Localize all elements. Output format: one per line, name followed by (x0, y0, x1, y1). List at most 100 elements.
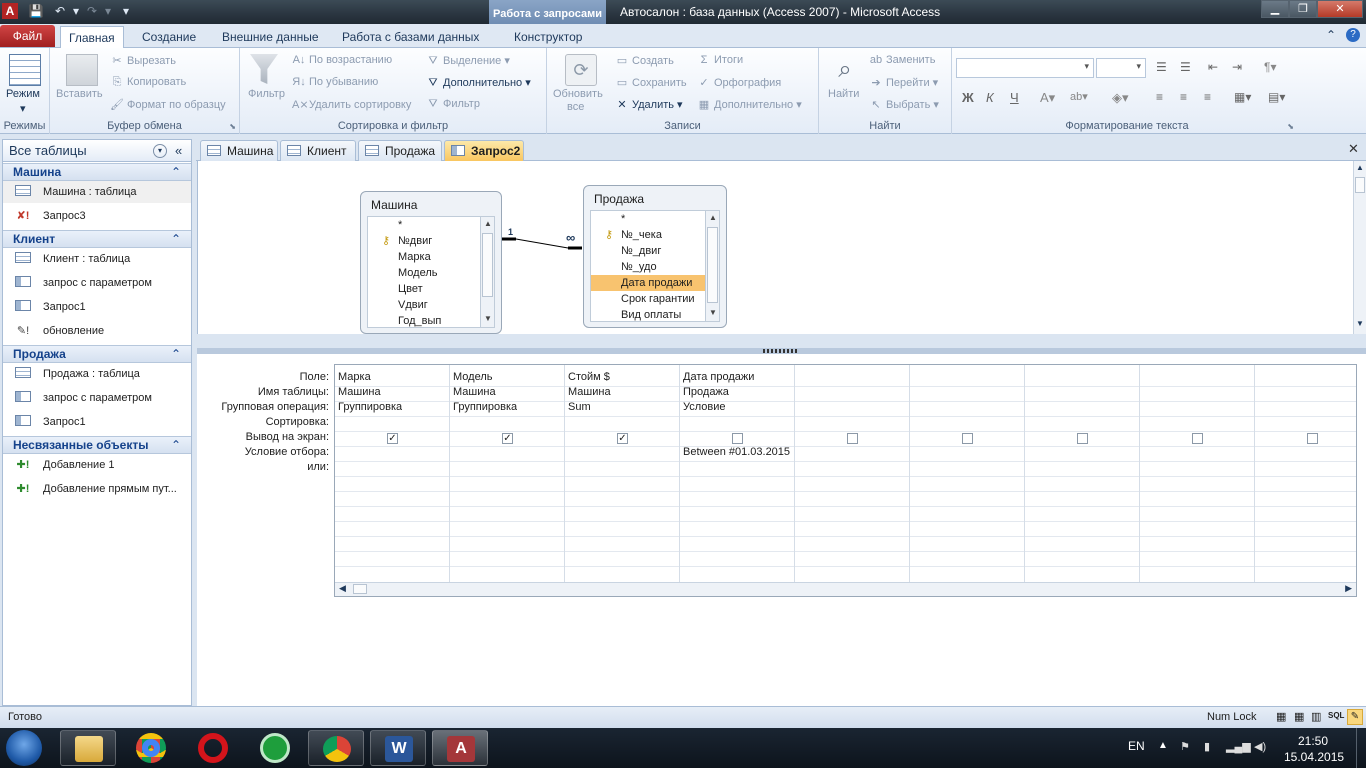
field-item[interactable]: №_удо (621, 259, 657, 275)
numbering-icon[interactable]: ☰ (1180, 60, 1191, 74)
collapse-chevron-icon[interactable]: ⌃ (171, 231, 181, 248)
view-dropdown-icon[interactable]: ▾ (20, 102, 26, 115)
highlight-icon[interactable]: ab▾ (1070, 90, 1088, 103)
paragraph-icon[interactable]: ¶▾ (1264, 60, 1276, 74)
grid-hscrollbar[interactable]: ◀ ▶ (335, 582, 1356, 596)
sql-view-icon[interactable]: SQL (1328, 711, 1344, 720)
undo-icon[interactable]: ↶ (52, 3, 68, 19)
scroll-right-icon[interactable]: ▶ (1345, 583, 1352, 594)
tab-external-data[interactable]: Внешние данные (214, 26, 327, 48)
nav-item-mashina-table[interactable]: Машина : таблица (3, 181, 191, 203)
volume-icon[interactable]: ◀) (1254, 740, 1266, 753)
close-window-button[interactable]: ✕ (1317, 0, 1363, 18)
field-item[interactable]: №двиг (398, 233, 432, 249)
collapse-chevron-icon[interactable]: ⌃ (171, 346, 181, 363)
grid-column-1[interactable]: Марка Машина Группировка ✓ (335, 365, 450, 583)
outdent-icon[interactable]: ⇤ (1208, 60, 1218, 74)
scroll-down-icon[interactable]: ▼ (1356, 319, 1364, 328)
field-cell[interactable]: Марка (338, 370, 371, 385)
show-desktop-button[interactable] (1356, 728, 1366, 768)
totals-button[interactable]: Σ Итоги (697, 54, 744, 66)
help-expand-icon[interactable]: ⌃ (1326, 28, 1336, 42)
field-list-scrollbar[interactable]: ▲ ▼ (480, 217, 494, 327)
field-item[interactable]: №_двиг (621, 243, 661, 259)
format-painter-button[interactable]: 🖌 Формат по образцу (110, 98, 226, 111)
nav-item-klient-table[interactable]: Клиент : таблица (3, 248, 191, 270)
field-cell[interactable]: Модель (453, 370, 492, 385)
nav-item-param-query-2[interactable]: запрос с параметром (3, 387, 191, 409)
undo-dropdown-icon[interactable]: ▾ (68, 3, 84, 19)
paste-button[interactable]: Вставить (56, 88, 103, 100)
replace-button[interactable]: ab Заменить (869, 54, 936, 66)
opera-icon[interactable] (198, 733, 228, 763)
design-view-icon[interactable]: ✎ (1347, 709, 1363, 725)
doc-tab-klient[interactable]: Клиент (280, 140, 356, 161)
refresh-all-button[interactable]: Обновить (553, 88, 603, 100)
sort-descending-button[interactable]: Я↓ По убыванию (292, 76, 378, 88)
collapse-chevron-icon[interactable]: ⌃ (171, 437, 181, 454)
qbe-grid[interactable]: Марка Машина Группировка ✓ Модель Машина… (334, 364, 1357, 597)
size-dropdown-icon[interactable]: ▾ (1136, 61, 1141, 72)
table-cell[interactable]: Машина (453, 385, 496, 400)
network-icon[interactable]: ▂▄▆ (1226, 740, 1251, 753)
taskbar-explorer[interactable] (60, 730, 116, 766)
total-cell[interactable]: Группировка (453, 400, 517, 415)
show-checkbox[interactable]: ✓ (617, 433, 628, 444)
alternate-fill-icon[interactable]: ▤▾ (1268, 90, 1285, 104)
nav-group-mashina[interactable]: Машина ⌃ (3, 163, 191, 181)
nav-item-append-direct[interactable]: ✚! Добавление прямым пут... (3, 478, 191, 500)
show-checkbox[interactable] (1307, 433, 1318, 444)
nav-item-update[interactable]: ✎! обновление (3, 320, 191, 342)
taskbar-chrome-active[interactable] (308, 730, 364, 766)
upper-vscrollbar[interactable]: ▲ ▼ (1353, 161, 1366, 334)
remove-sort-button[interactable]: A⨯Удалить сортировку (292, 98, 411, 111)
sort-ascending-button[interactable]: A↓ По возрастанию (292, 54, 393, 66)
splitter-grip-icon[interactable] (763, 349, 799, 353)
restore-button[interactable]: ❐ (1289, 0, 1317, 18)
save-icon[interactable]: 💾 (28, 3, 44, 19)
table-cell[interactable]: Продажа (683, 385, 729, 400)
nav-group-unrelated[interactable]: Несвязанные объекты ⌃ (3, 436, 191, 454)
scroll-up-icon[interactable]: ▲ (706, 211, 720, 225)
nav-item-zapros1[interactable]: Запрос1 (3, 296, 191, 318)
access-app-icon[interactable]: A (2, 3, 18, 19)
italic-button[interactable]: К (986, 90, 994, 105)
action-center-icon[interactable]: ⚑ (1180, 740, 1190, 753)
new-record-button[interactable]: ▭ Создать (615, 54, 674, 67)
scroll-thumb[interactable] (482, 233, 493, 297)
show-checkbox[interactable] (962, 433, 973, 444)
nav-item-param-query[interactable]: запрос с параметром (3, 272, 191, 294)
copy-button[interactable]: ⎘ Копировать (110, 76, 187, 89)
pivot-chart-view-icon[interactable]: ▥ (1311, 710, 1321, 723)
grid-column-6[interactable] (910, 365, 1025, 583)
nav-group-prodazha[interactable]: Продажа ⌃ (3, 345, 191, 363)
tab-create[interactable]: Создание (134, 26, 204, 48)
grid-column-3[interactable]: Стойм $ Машина Sum ✓ (565, 365, 680, 583)
field-cell[interactable]: Стойм $ (568, 370, 610, 385)
scroll-left-icon[interactable]: ◀ (339, 583, 346, 594)
align-center-icon[interactable]: ≡ (1180, 90, 1187, 104)
field-list-scrollbar[interactable]: ▲ ▼ (705, 211, 719, 321)
more-records-button[interactable]: ▦ Дополнительно ▾ (697, 98, 802, 111)
scroll-thumb[interactable] (353, 584, 367, 594)
collapse-chevron-icon[interactable]: ⌃ (171, 164, 181, 181)
taskbar-word[interactable]: W (370, 730, 426, 766)
field-item-selected[interactable]: Дата продажи (591, 275, 705, 291)
field-list-mashina[interactable]: Машина * ⚷ №двиг Марка Модель Цвет Vдвиг… (360, 191, 502, 334)
show-checkbox[interactable]: ✓ (502, 433, 513, 444)
taskbar-access[interactable]: A (432, 730, 488, 766)
scroll-up-icon[interactable]: ▲ (481, 217, 495, 231)
grid-column-8[interactable] (1140, 365, 1255, 583)
underline-button[interactable]: Ч (1010, 90, 1019, 105)
font-size-combo[interactable]: ▾ (1096, 58, 1146, 78)
goto-button[interactable]: ➔ Перейти ▾ (869, 76, 938, 89)
total-cell[interactable]: Условие (683, 400, 726, 415)
field-item[interactable]: * (398, 217, 402, 233)
cut-button[interactable]: ✂ Вырезать (110, 54, 176, 67)
gridlines-icon[interactable]: ▦▾ (1234, 90, 1251, 104)
customize-quick-access-icon[interactable]: ▾ (118, 3, 134, 19)
grid-column-4[interactable]: Дата продажи Продажа Условие Between #01… (680, 365, 795, 583)
align-right-icon[interactable]: ≡ (1204, 90, 1211, 104)
font-dropdown-icon[interactable]: ▾ (1084, 61, 1089, 72)
text-dialog-launcher-icon[interactable]: ⬊ (1287, 122, 1294, 131)
